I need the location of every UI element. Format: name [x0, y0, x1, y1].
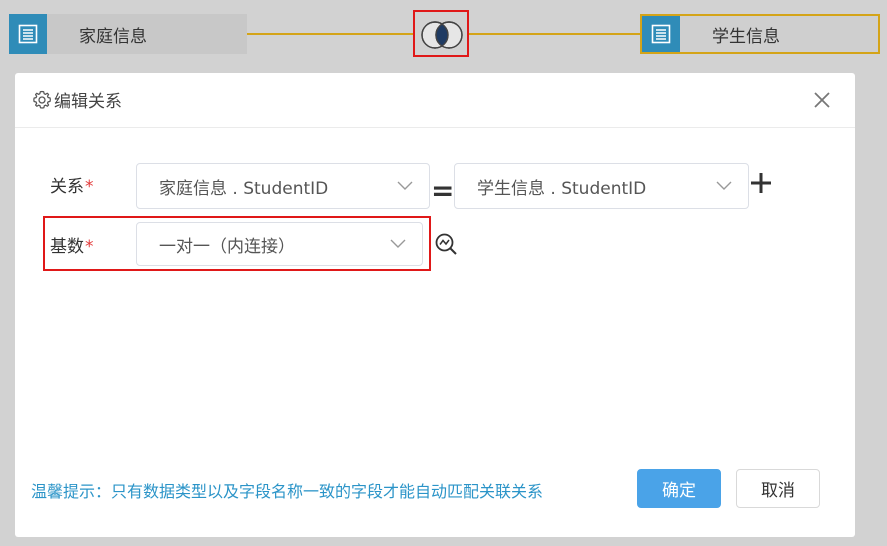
equals-operator: =: [431, 174, 455, 207]
close-icon[interactable]: [813, 91, 831, 109]
right-table-label: 学生信息: [712, 26, 780, 47]
gear-icon: [33, 90, 51, 109]
confirm-button[interactable]: 确定: [637, 469, 721, 508]
inner-join-venn-icon: [421, 21, 463, 49]
dialog-title: 编辑关系: [54, 92, 122, 112]
cardinality-label-text: 基数: [50, 237, 84, 257]
cardinality-label: 基数*: [50, 232, 94, 257]
edit-relation-dialog: 编辑关系 关系* 家庭信息 . StudentID = 学生信息 . Stude…: [15, 73, 855, 537]
left-field-value: 家庭信息 . StudentID: [159, 178, 329, 199]
dialog-header: 编辑关系: [15, 73, 855, 128]
hint-text: 温馨提示：只有数据类型以及字段名称一致的字段才能自动匹配关联关系: [31, 482, 544, 501]
relation-label-text: 关系: [50, 177, 84, 197]
plus-icon[interactable]: [749, 171, 773, 195]
chevron-down-icon: [390, 239, 406, 248]
left-table-node[interactable]: 家庭信息: [9, 14, 247, 54]
cardinality-select[interactable]: 一对一（内连接）: [136, 222, 423, 266]
join-type-button[interactable]: [413, 10, 469, 57]
table-icon: [9, 14, 47, 54]
relation-line-right: [468, 33, 640, 35]
right-table-node[interactable]: 学生信息: [640, 14, 880, 54]
cardinality-value: 一对一（内连接）: [159, 236, 295, 257]
required-mark: *: [85, 237, 94, 257]
relation-line-left: [247, 33, 414, 35]
left-field-select[interactable]: 家庭信息 . StudentID: [136, 163, 430, 209]
chevron-down-icon: [716, 181, 732, 190]
chevron-down-icon: [397, 181, 413, 190]
required-mark: *: [85, 177, 94, 197]
right-field-value: 学生信息 . StudentID: [477, 178, 647, 199]
relation-label: 关系*: [50, 172, 94, 197]
left-table-label: 家庭信息: [79, 26, 147, 47]
right-field-select[interactable]: 学生信息 . StudentID: [454, 163, 749, 209]
cancel-button[interactable]: 取消: [736, 469, 820, 508]
table-icon: [642, 16, 680, 52]
chart-zoom-icon[interactable]: [434, 232, 458, 256]
